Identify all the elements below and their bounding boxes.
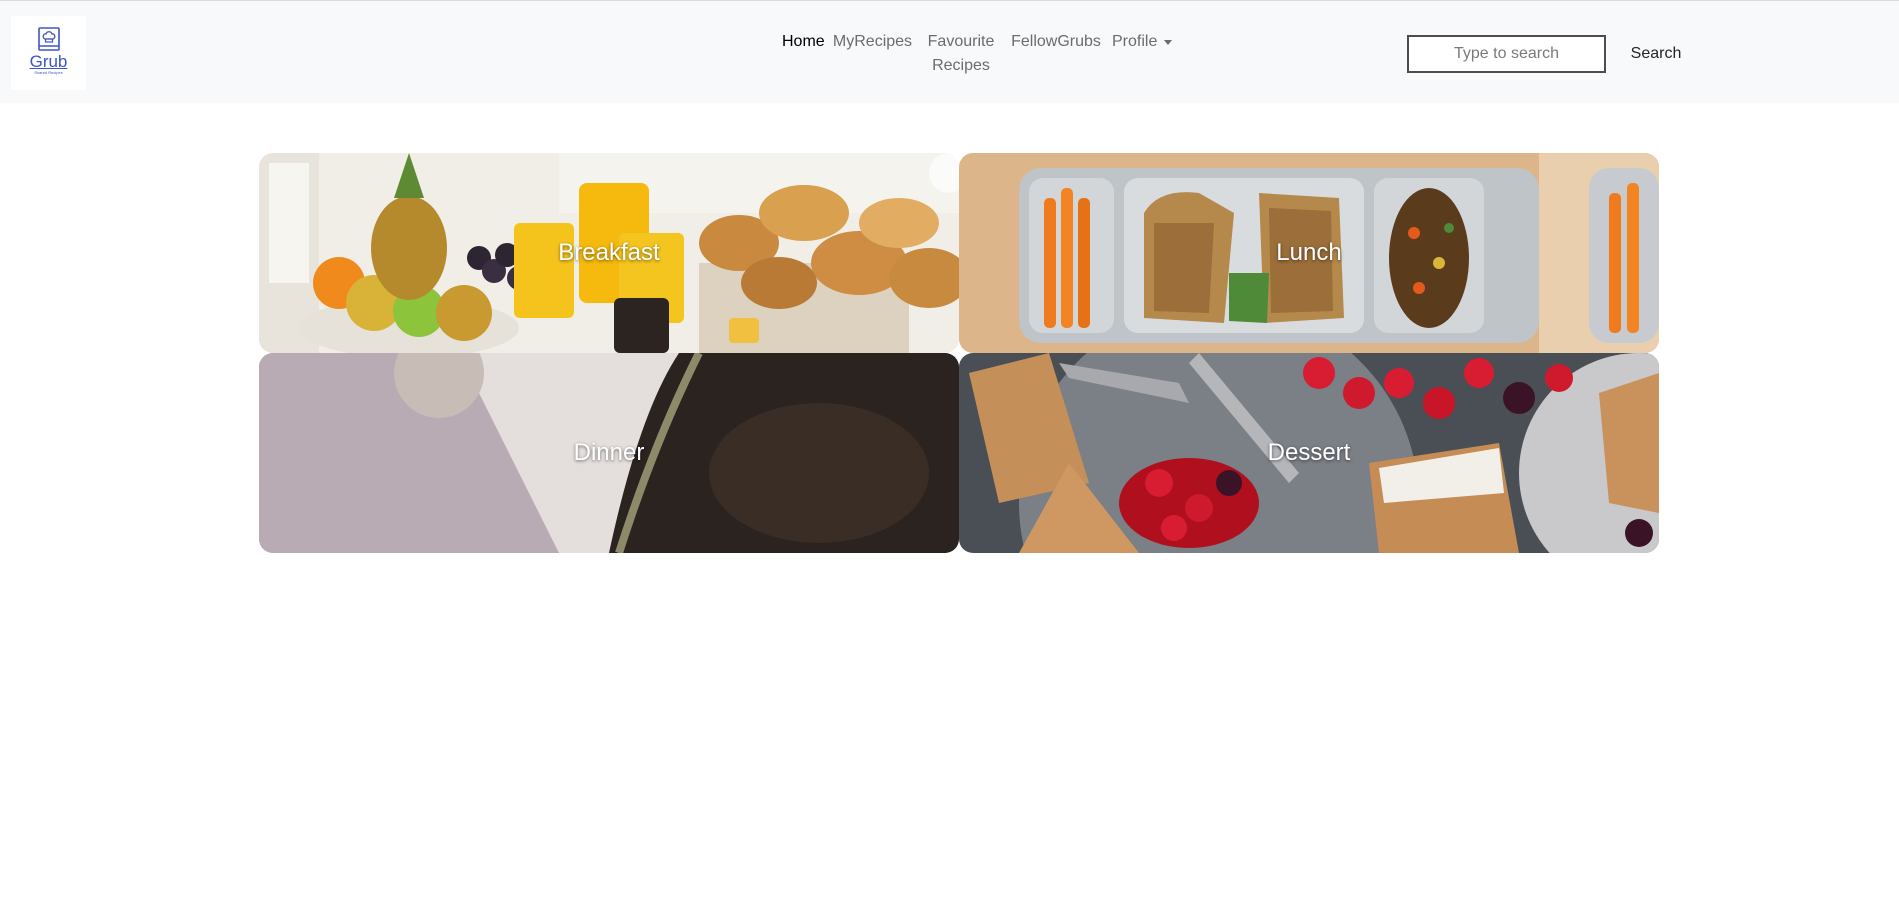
nav-favourite-line1: Favourite [927, 33, 995, 50]
category-tile-dinner[interactable]: Dinner [259, 353, 959, 553]
nav-favourite-line2: Recipes [932, 57, 990, 74]
logo-tagline: Shared Recipes [34, 70, 63, 75]
tile-label-breakfast: Breakfast [558, 239, 660, 266]
search-button[interactable]: Search [1620, 35, 1692, 73]
tile-label-lunch: Lunch [1276, 239, 1342, 266]
chevron-down-icon [1164, 39, 1173, 45]
category-grid: Breakfast Lunch Dinner Dessert [259, 153, 1659, 553]
nav-link-myrecipes[interactable]: MyRecipes [825, 30, 920, 54]
nav-dropdown-profile[interactable]: Profile [1112, 30, 1173, 54]
brand-logo[interactable]: Grub Shared Recipes [11, 16, 86, 90]
top-navbar: Grub Shared Recipes Home MyRecipes Favou… [0, 0, 1899, 103]
tile-label-dessert: Dessert [1267, 439, 1351, 466]
category-tile-breakfast[interactable]: Breakfast [259, 153, 959, 353]
main-nav: Home MyRecipes Favourite Recipes FellowG… [782, 30, 1173, 78]
category-tile-dessert[interactable]: Dessert [959, 353, 1659, 553]
chef-hat-book-icon [37, 27, 60, 51]
logo-wordmark: Grub [29, 52, 68, 71]
nav-profile-label: Profile [1112, 33, 1158, 50]
search-input[interactable] [1407, 35, 1606, 73]
tile-label-dinner: Dinner [573, 439, 645, 466]
nav-link-favourite-recipes[interactable]: Favourite Recipes [920, 30, 1002, 78]
category-tile-lunch[interactable]: Lunch [959, 153, 1659, 353]
nav-link-home[interactable]: Home [782, 30, 825, 54]
nav-link-fellowgrubs[interactable]: FellowGrubs [1002, 30, 1110, 54]
